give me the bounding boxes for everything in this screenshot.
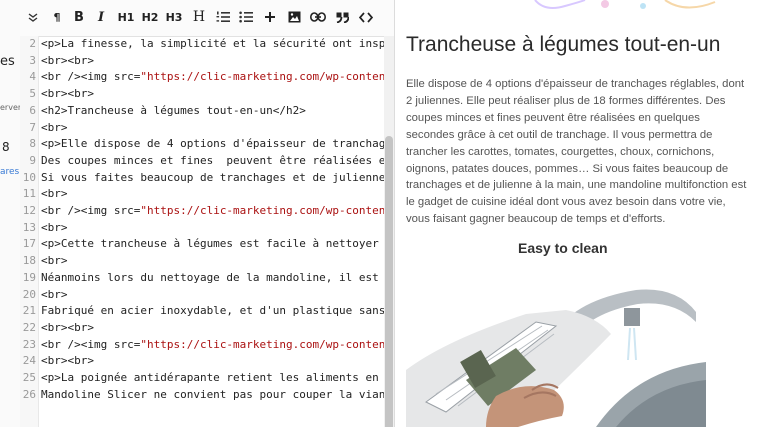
blockquote-button[interactable] bbox=[331, 6, 353, 28]
line-number: 22 bbox=[22, 320, 36, 334]
code-line: <h2>Trancheuse à légumes tout-en-un</h2> bbox=[41, 103, 306, 117]
sidebar-text: erver bbox=[0, 103, 21, 112]
code-line: <br><br> bbox=[41, 87, 94, 101]
quote-icon bbox=[336, 12, 349, 23]
paragraph-button[interactable]: ¶ bbox=[46, 6, 68, 28]
line-number: 6 bbox=[29, 103, 36, 117]
bold-button[interactable]: B bbox=[68, 6, 90, 28]
preview-paragraph: Elle dispose de 4 options d'épaisseur de… bbox=[406, 78, 747, 226]
line-number: 24 bbox=[22, 354, 36, 368]
line-number: 12 bbox=[22, 204, 36, 217]
code-button[interactable] bbox=[355, 6, 377, 28]
html-editor: ¶ B I H1 H2 H3 H 2 3 4 5 6 7 8 9 10 11 12 13 17 18 19 2… bbox=[20, 0, 395, 427]
line-number: 25 bbox=[22, 371, 36, 384]
line-number: 18 bbox=[22, 254, 36, 268]
code-line: <br> bbox=[41, 254, 68, 268]
h1-button[interactable]: H1 bbox=[115, 6, 137, 28]
unordered-list-button[interactable] bbox=[235, 6, 257, 28]
paragraph-icon: ¶ bbox=[53, 10, 61, 24]
heading-button[interactable]: H bbox=[188, 6, 210, 28]
code-area[interactable]: 2 3 4 5 6 7 8 9 10 11 12 13 17 18 19 20 21 22 23 24 25 26 <p>… bbox=[20, 36, 384, 427]
ordered-list-icon bbox=[216, 11, 230, 22]
code-tag-text: <br /><img src= bbox=[41, 70, 141, 84]
code-line: <p>La finesse, la simplicité et la sécur… bbox=[41, 37, 384, 50]
product-image: Easy to clean bbox=[406, 230, 706, 427]
code-line: Des coupes minces et fines peuvent être … bbox=[41, 153, 384, 167]
code-tag-text: <br /><img src= bbox=[41, 204, 141, 217]
code-tag-text: <br /><img src= bbox=[41, 337, 141, 351]
code-line: <br><br> bbox=[41, 354, 94, 368]
line-number: 4 bbox=[29, 70, 36, 84]
link-icon bbox=[310, 12, 326, 22]
line-number: 20 bbox=[22, 287, 36, 301]
code-icon bbox=[359, 11, 373, 23]
heading-icon: H bbox=[192, 9, 206, 25]
line-number: 3 bbox=[29, 53, 36, 67]
sidebar-strip: es erver 8 ares bbox=[0, 0, 21, 427]
code-line: <p>Elle dispose de 4 options d'épaisseur… bbox=[41, 137, 384, 151]
code-line: Néanmoins lors du nettoyage de la mandol… bbox=[41, 270, 379, 284]
italic-icon: I bbox=[97, 9, 105, 25]
sidebar-text: 8 bbox=[2, 140, 10, 154]
insert-link-button[interactable] bbox=[307, 6, 329, 28]
code-line: <br><br> bbox=[41, 320, 94, 334]
editor-scrollbar-thumb[interactable] bbox=[385, 136, 393, 427]
sidebar-link[interactable]: ares bbox=[0, 167, 19, 177]
line-number: 17 bbox=[22, 237, 36, 251]
line-number: 11 bbox=[22, 187, 36, 201]
insert-image-button[interactable] bbox=[283, 6, 305, 28]
sidebar-text: es bbox=[0, 54, 15, 69]
line-number: 19 bbox=[22, 270, 36, 284]
unordered-list-icon bbox=[239, 11, 253, 23]
line-number: 8 bbox=[29, 137, 36, 151]
bold-icon: B bbox=[74, 9, 84, 25]
editor-scrollbar[interactable] bbox=[384, 36, 394, 427]
code-string: "https://clic-marketing.com/wp-content/u… bbox=[140, 70, 384, 84]
heading1-icon: H1 bbox=[117, 10, 135, 24]
code-line: Si vous faites beaucoup de tranchages et… bbox=[41, 170, 384, 184]
code-line: <br> bbox=[41, 187, 68, 201]
h2-button[interactable]: H2 bbox=[139, 6, 161, 28]
code-line: <br> bbox=[41, 287, 68, 301]
insert-button[interactable] bbox=[259, 6, 281, 28]
line-number: 5 bbox=[29, 87, 36, 101]
code-string: "https://clic-marketing.com/wp-content/u… bbox=[140, 204, 384, 217]
h3-button[interactable]: H3 bbox=[163, 6, 185, 28]
code-line: <p>La poignée antidérapante retient les … bbox=[41, 371, 379, 384]
decorative-banner bbox=[534, 0, 716, 9]
code-line: Mandoline Slicer ne convient pas pour co… bbox=[41, 387, 384, 401]
collapse-toolbar-button[interactable] bbox=[22, 6, 44, 28]
line-number: 2 bbox=[29, 37, 36, 50]
mandoline-illustration bbox=[406, 289, 706, 427]
preview-heading: Trancheuse à légumes tout-en-un bbox=[406, 33, 721, 56]
code-line: <br><br> bbox=[41, 53, 94, 67]
code-line: <br> bbox=[41, 220, 68, 234]
line-number: 9 bbox=[29, 153, 36, 167]
line-number: 23 bbox=[22, 337, 36, 351]
heading2-icon: H2 bbox=[141, 10, 159, 24]
chevron-down-icon bbox=[28, 13, 38, 22]
heading3-icon: H3 bbox=[165, 10, 183, 24]
editor-toolbar: ¶ B I H1 H2 H3 H bbox=[20, 0, 394, 37]
code-line: <p>Cette trancheuse à légumes est facile… bbox=[41, 237, 379, 251]
code-line: <br /><img src="https://clic-marketing.c… bbox=[41, 204, 384, 217]
code-line: <br /><img src="https://clic-marketing.c… bbox=[41, 338, 384, 351]
line-number: 26 bbox=[22, 387, 36, 401]
line-number: 13 bbox=[22, 220, 36, 234]
line-number-gutter: 2 3 4 5 6 7 8 9 10 11 12 13 17 18 19 20 21 22 23 24 25 26 bbox=[20, 36, 39, 427]
code-string: "https://clic-marketing.com/wp-content/u… bbox=[140, 337, 384, 351]
preview-pane: Trancheuse à légumes tout-en-un Elle dis… bbox=[395, 0, 760, 427]
ordered-list-button[interactable] bbox=[212, 6, 234, 28]
plus-icon bbox=[265, 12, 275, 22]
line-number: 10 bbox=[22, 170, 36, 184]
code-line: <br /><img src="https://clic-marketing.c… bbox=[41, 70, 384, 83]
line-number: 7 bbox=[29, 120, 36, 134]
image-icon bbox=[288, 11, 300, 23]
italic-button[interactable]: I bbox=[90, 6, 112, 28]
line-number: 21 bbox=[22, 304, 36, 318]
code-line: <br> bbox=[41, 120, 68, 134]
code-line: Fabriqué en acier inoxydable, et d'un pl… bbox=[41, 304, 384, 318]
